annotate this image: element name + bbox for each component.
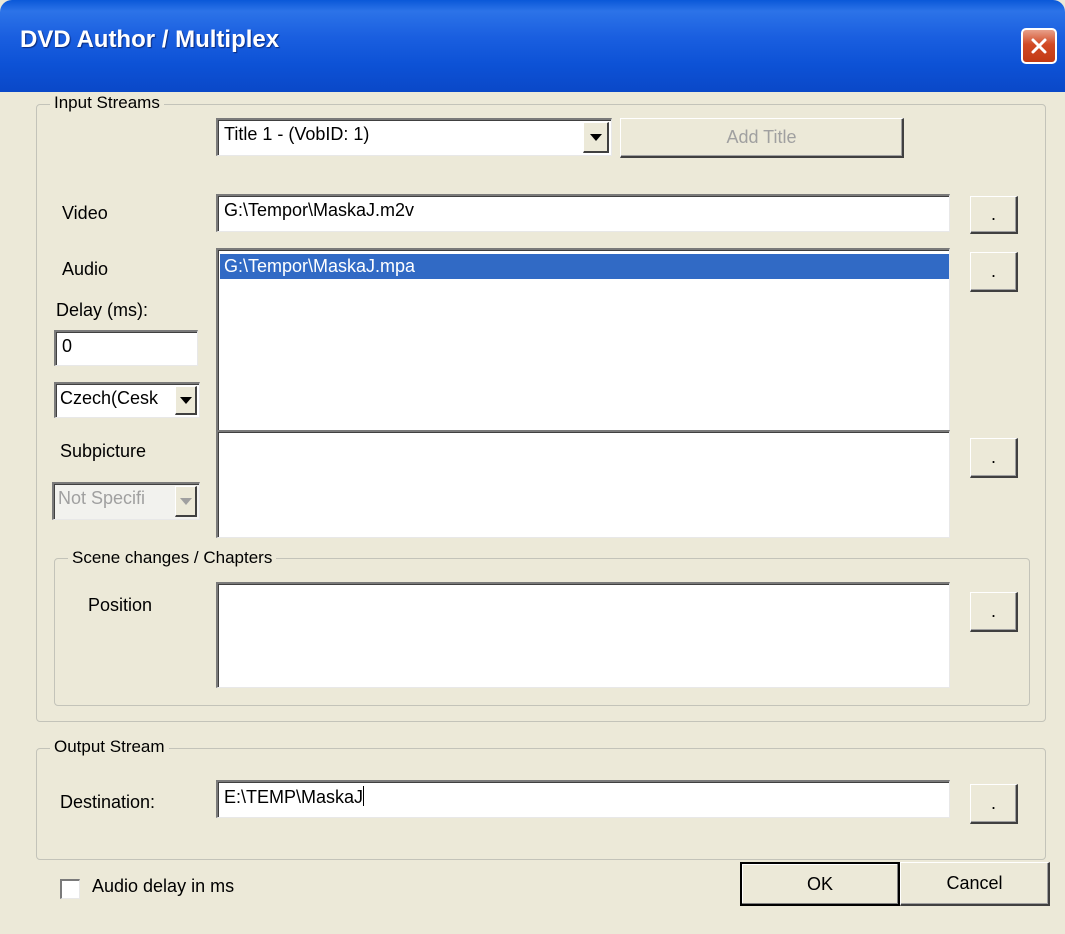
subpicture-language-combo[interactable]: Not Specifi	[52, 482, 200, 520]
video-label: Video	[62, 203, 108, 223]
audio-language-combo[interactable]: Czech(Cesk	[54, 382, 200, 418]
cancel-button[interactable]: Cancel	[900, 862, 1050, 906]
audio-delay-checkbox-label[interactable]: Audio delay in ms	[92, 876, 234, 897]
title-combo-value: Title 1 - (VobID: 1)	[224, 124, 370, 144]
delay-label: Delay (ms):	[56, 300, 149, 320]
video-path-input[interactable]: G:\Tempor\MaskaJ.m2v	[216, 194, 950, 232]
chevron-down-icon	[175, 486, 197, 517]
destination-label: Destination:	[60, 792, 156, 812]
title-combo[interactable]: Title 1 - (VobID: 1)	[216, 118, 612, 156]
ok-button[interactable]: OK	[740, 862, 900, 906]
destination-input[interactable]: E:\TEMP\MaskaJ	[216, 780, 950, 818]
subpicture-label: Subpicture	[60, 441, 147, 461]
add-title-button[interactable]: Add Title	[620, 118, 904, 158]
position-browse-button[interactable]: .	[970, 592, 1018, 632]
chevron-down-icon[interactable]	[175, 386, 197, 415]
position-list[interactable]	[216, 582, 950, 688]
audio-label: Audio	[62, 259, 109, 279]
text-caret	[363, 786, 365, 806]
close-icon	[1031, 38, 1047, 54]
delay-input[interactable]: 0	[54, 330, 198, 366]
dialog-client: Input Streams Title 1 - (VobID: 1) Add T…	[0, 92, 1065, 934]
chevron-down-icon[interactable]	[583, 122, 609, 153]
window-title: DVD Author / Multiplex	[20, 26, 280, 53]
audio-browse-button[interactable]: .	[970, 252, 1018, 292]
audio-list-item[interactable]: G:\Tempor\MaskaJ.mpa	[220, 254, 949, 279]
audio-delay-checkbox[interactable]	[60, 879, 80, 899]
destination-browse-button[interactable]: .	[970, 784, 1018, 824]
output-stream-label: Output Stream	[50, 737, 169, 757]
scene-changes-label: Scene changes / Chapters	[68, 548, 277, 568]
destination-value: E:\TEMP\MaskaJ	[224, 787, 364, 807]
subpicture-language-value: Not Specifi	[58, 488, 146, 508]
subpicture-browse-button[interactable]: .	[970, 438, 1018, 478]
dialog-window: DVD Author / Multiplex Input Streams Tit…	[0, 0, 1065, 934]
video-browse-button[interactable]: .	[970, 196, 1018, 234]
audio-language-value: Czech(Cesk	[60, 388, 159, 408]
position-label: Position	[88, 595, 153, 615]
title-bar[interactable]: DVD Author / Multiplex	[0, 0, 1065, 92]
input-streams-label: Input Streams	[50, 93, 164, 113]
subpicture-list[interactable]	[216, 430, 950, 538]
close-button[interactable]	[1021, 28, 1057, 64]
